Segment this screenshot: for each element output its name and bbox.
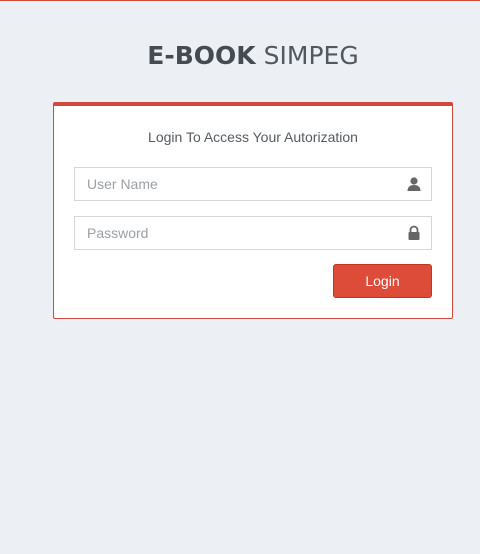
brand-light-text: SIMPEG <box>263 41 359 70</box>
password-field <box>74 216 432 250</box>
username-input[interactable] <box>75 168 387 200</box>
login-box-message: Login To Access Your Autorization <box>148 129 358 145</box>
login-box: Login To Access Your Autorization Login <box>53 102 453 319</box>
login-button[interactable]: Login <box>333 264 432 298</box>
brand-bold-text: E-BOOK <box>147 41 256 70</box>
lock-icon <box>406 225 422 241</box>
app-logo-title: E-BOOK SIMPEG <box>0 41 480 70</box>
user-icon <box>406 176 422 192</box>
password-input[interactable] <box>75 217 387 249</box>
username-field <box>74 167 432 201</box>
